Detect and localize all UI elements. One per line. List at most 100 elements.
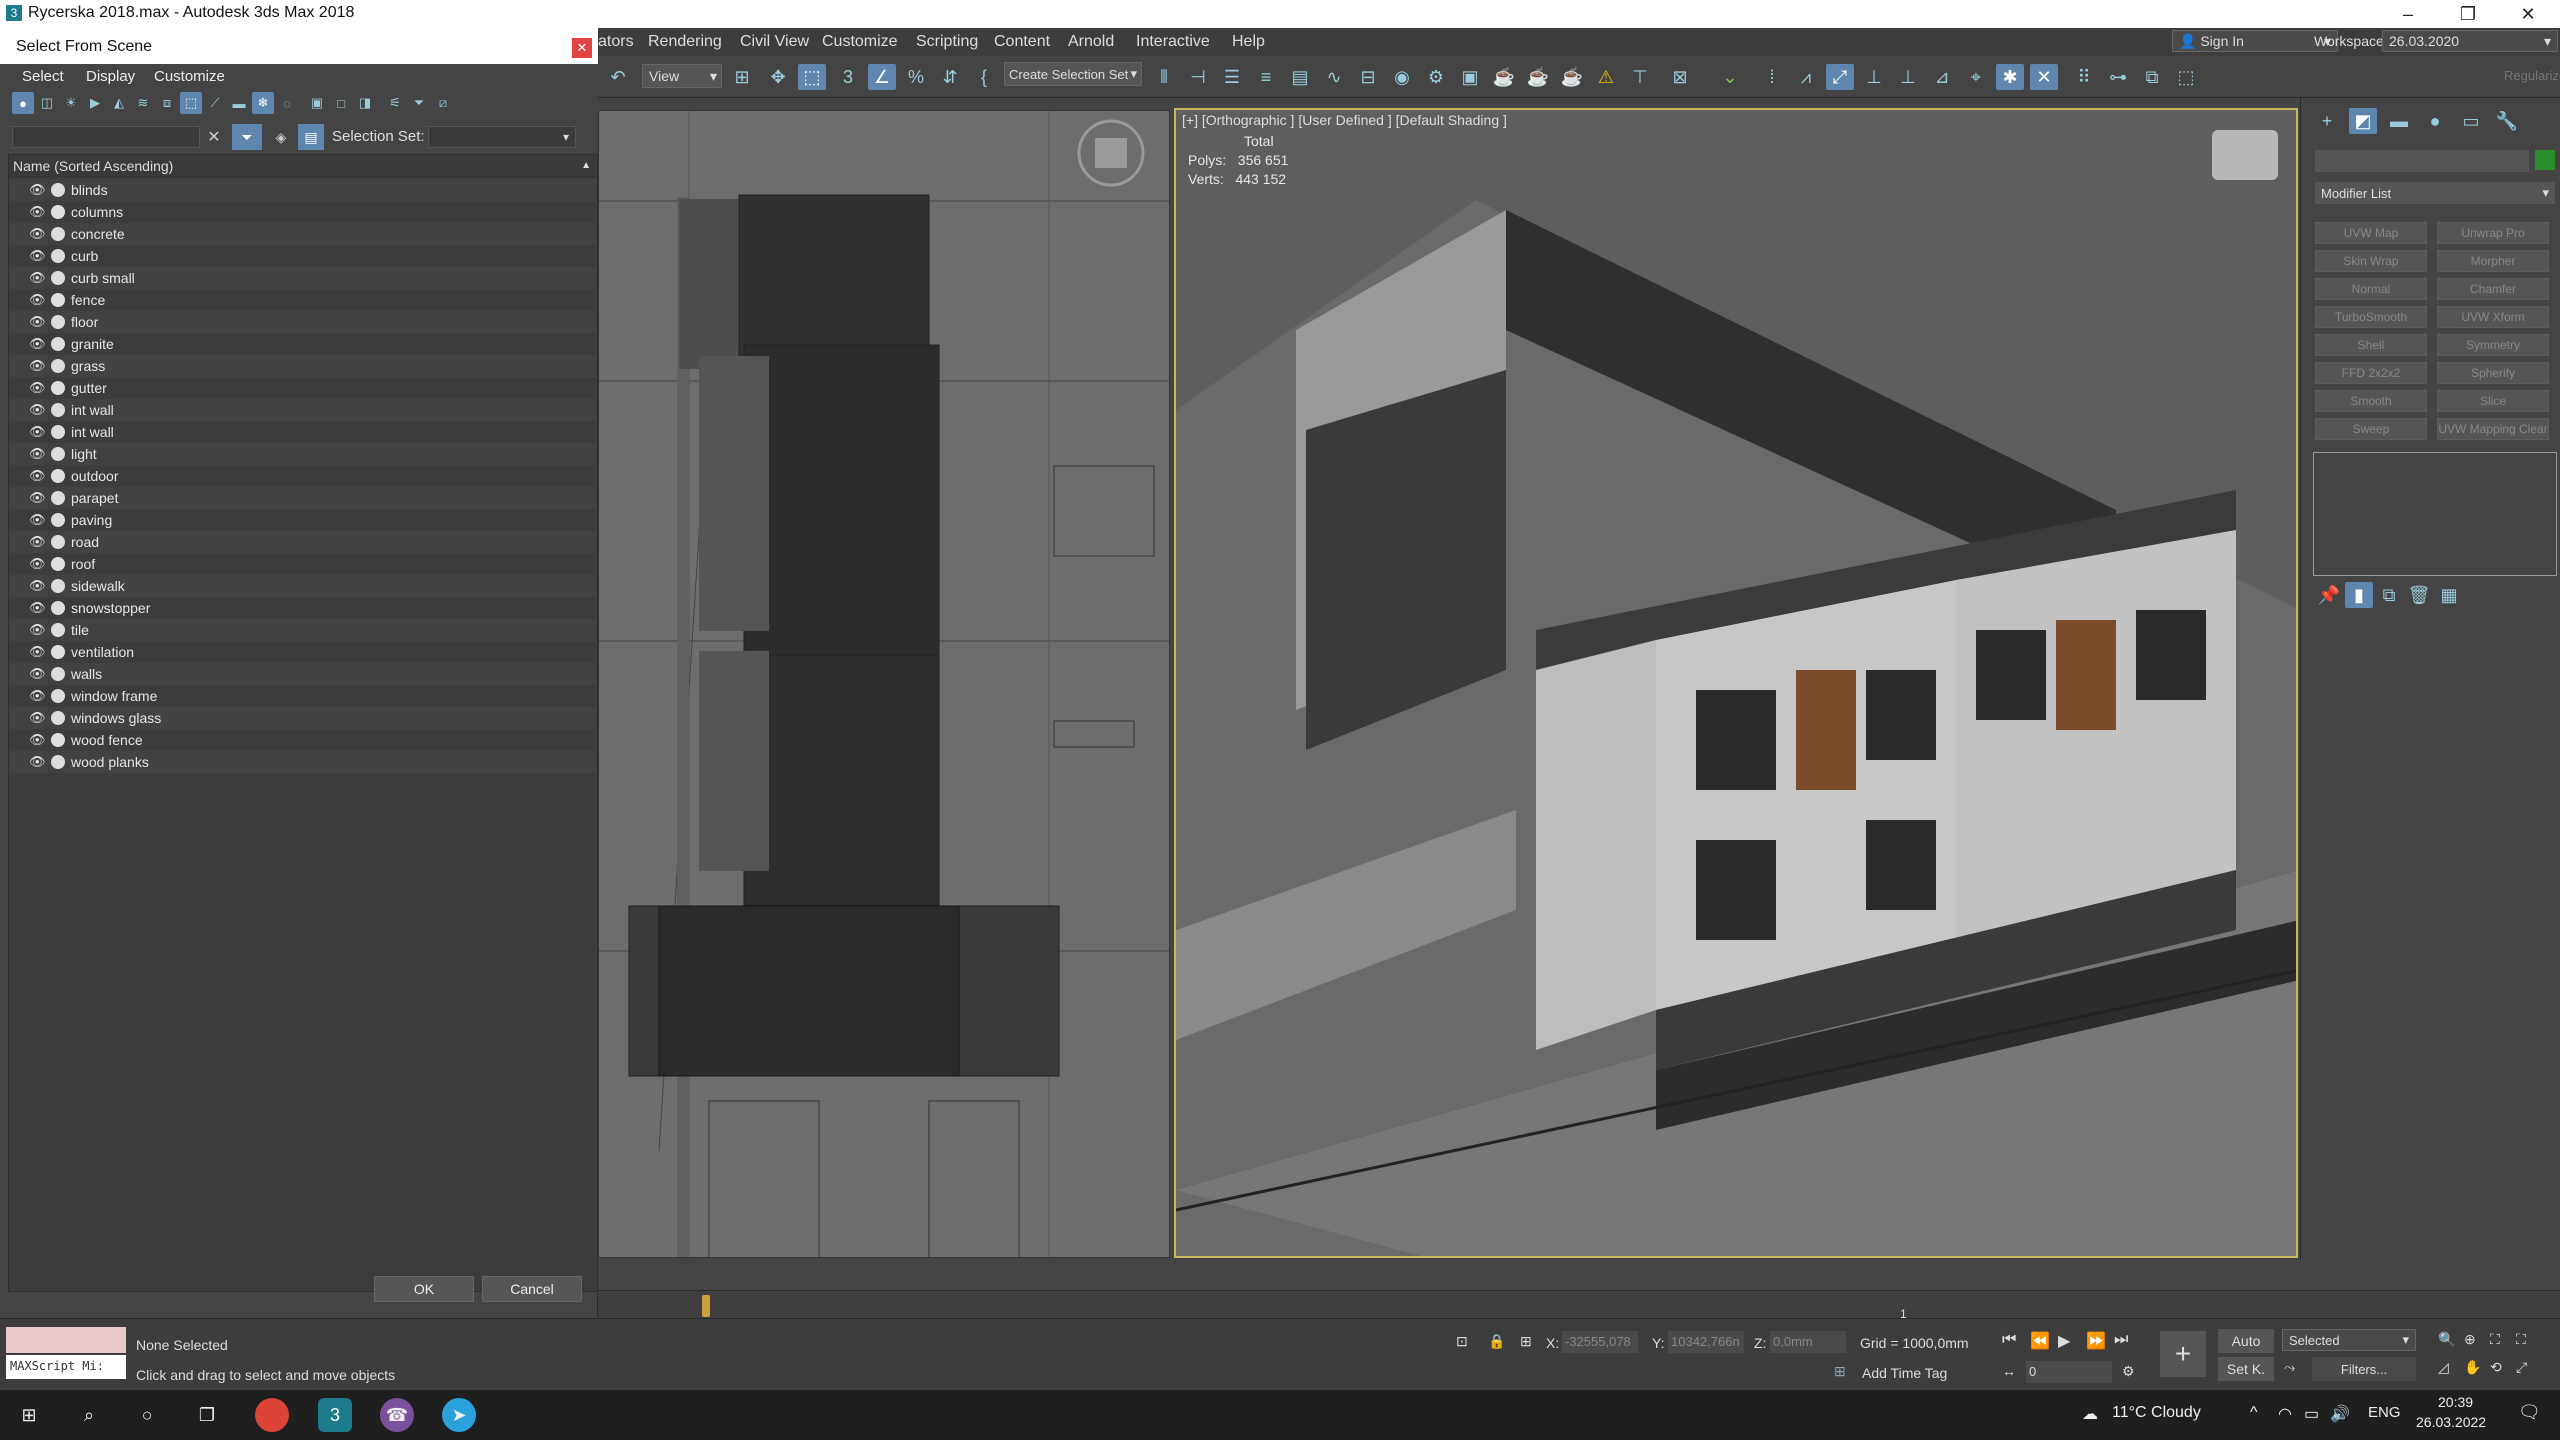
freeze-toggle-icon[interactable] — [51, 733, 65, 747]
pivot-icon[interactable]: ⊞ — [728, 64, 756, 90]
dialog-close-icon[interactable]: ✕ — [572, 38, 592, 58]
menu-customize[interactable]: Customize — [822, 33, 898, 51]
modifier-button[interactable]: Chamfer — [2437, 278, 2549, 300]
top-viewport[interactable] — [598, 110, 1170, 1258]
modifier-button[interactable]: Morpher — [2437, 250, 2549, 272]
viber-icon[interactable]: ☎ — [380, 1398, 414, 1432]
search-icon[interactable]: ⌕ — [72, 1398, 106, 1432]
align-icon[interactable]: ⊣ — [1184, 64, 1212, 90]
visibility-eye-icon[interactable]: 👁 — [29, 182, 46, 198]
display-lights-icon[interactable]: ☀ — [60, 92, 82, 114]
zoom-extents-all-icon[interactable]: ⛶ — [2516, 1331, 2526, 1348]
clock-date[interactable]: 26.03.2022 — [2416, 1414, 2486, 1430]
set-key-plus-icon[interactable]: + — [2160, 1331, 2206, 1377]
sort-icon[interactable]: ▤ — [298, 124, 324, 150]
freeze-toggle-icon[interactable] — [51, 513, 65, 527]
modifier-button[interactable]: Slice — [2437, 390, 2549, 412]
show-end-result-icon[interactable]: ▮ — [2345, 582, 2373, 608]
scene-explorer-icon[interactable]: ☰ — [1218, 64, 1246, 90]
field-of-view-icon[interactable]: ◿ — [2438, 1359, 2449, 1376]
tray-chevron-icon[interactable]: ^ — [2250, 1404, 2258, 1422]
next-frame-icon[interactable]: ⏩ — [2086, 1331, 2106, 1351]
visibility-eye-icon[interactable]: 👁 — [29, 468, 46, 484]
key-filter-dropdown[interactable]: Selected ▾ — [2282, 1329, 2416, 1351]
freeze-toggle-icon[interactable] — [51, 535, 65, 549]
modifier-list-dropdown[interactable]: Modifier List ▾ — [2315, 182, 2555, 204]
hierarchy-tab-icon[interactable]: ▬ — [2385, 108, 2413, 134]
modifier-button[interactable]: UVW Mapping Clear — [2437, 418, 2549, 440]
select-object-icon[interactable]: ⬚ — [798, 64, 826, 90]
y-coord-field[interactable]: 10342,766n — [1668, 1331, 1744, 1353]
viewport-label[interactable]: [+] [Orthographic ] [User Defined ] [Def… — [1182, 112, 1507, 128]
maximize-icon[interactable]: ❐ — [2440, 0, 2496, 28]
time-slider[interactable]: 1 — [598, 1290, 2560, 1321]
create-tab-icon[interactable]: + — [2313, 108, 2341, 134]
visibility-eye-icon[interactable]: 👁 — [29, 336, 46, 352]
modifier-button[interactable]: UVW Xform — [2437, 306, 2549, 328]
orthographic-viewport[interactable]: [+] [Orthographic ] [User Defined ] [Def… — [1174, 108, 2298, 1258]
menu-interactive[interactable]: Interactive — [1136, 33, 1210, 51]
freeze-toggle-icon[interactable] — [51, 249, 65, 263]
list-item[interactable]: 👁 int wall — [9, 399, 597, 421]
visibility-eye-icon[interactable]: 👁 — [29, 578, 46, 594]
windows-start-icon[interactable]: ⊞ — [12, 1398, 46, 1432]
list-column-header[interactable]: Name (Sorted Ascending) ▲ — [9, 155, 597, 177]
3dsmax-taskbar-icon[interactable]: 3 — [318, 1398, 352, 1432]
freeze-toggle-icon[interactable] — [51, 755, 65, 769]
layer-explorer-icon[interactable]: ≡ — [1252, 64, 1280, 90]
freeze-toggle-icon[interactable] — [51, 425, 65, 439]
menu-rendering[interactable]: Rendering — [648, 33, 722, 51]
ok-button[interactable]: OK — [374, 1276, 474, 1302]
visibility-eye-icon[interactable]: 👁 — [29, 622, 46, 638]
list-item[interactable]: 👁 columns — [9, 201, 597, 223]
render-setup-icon[interactable]: ⚙ — [1422, 64, 1450, 90]
list-item[interactable]: 👁 grass — [9, 355, 597, 377]
freeze-toggle-icon[interactable] — [51, 447, 65, 461]
modifier-button[interactable]: Sweep — [2315, 418, 2427, 440]
list-item[interactable]: 👁 sidewalk — [9, 575, 597, 597]
filter-funnel-icon[interactable]: ⏷ — [232, 124, 262, 150]
rendered-frame-icon[interactable]: ▣ — [1456, 64, 1484, 90]
visibility-eye-icon[interactable]: 👁 — [29, 424, 46, 440]
remove-modifier-icon[interactable]: 🗑 — [2405, 582, 2433, 608]
visibility-eye-icon[interactable]: 👁 — [29, 314, 46, 330]
visibility-eye-icon[interactable]: 👁 — [29, 534, 46, 550]
pivot-snap-icon[interactable]: ⊥ — [1860, 64, 1888, 90]
freeze-toggle-icon[interactable] — [51, 689, 65, 703]
display-xrefs-icon[interactable]: ⬚ — [180, 92, 202, 114]
list-item[interactable]: 👁 snowstopper — [9, 597, 597, 619]
visibility-eye-icon[interactable]: 👁 — [29, 556, 46, 572]
freeze-toggle-icon[interactable] — [51, 403, 65, 417]
visibility-eye-icon[interactable]: 👁 — [29, 688, 46, 704]
list-item[interactable]: 👁 paving — [9, 509, 597, 531]
create-selection-set-dropdown[interactable]: Create Selection Set ▾ — [1004, 62, 1142, 86]
axis-constraint-icon[interactable]: ✕ — [2030, 64, 2058, 90]
menu-item[interactable]: ators — [598, 33, 634, 51]
undo-icon[interactable]: ↶ — [604, 64, 632, 90]
menu-content[interactable]: Content — [994, 33, 1050, 51]
maximize-viewport-icon[interactable]: ⤢ — [2516, 1359, 2527, 1376]
list-item[interactable]: 👁 wood planks — [9, 751, 597, 773]
z-coord-field[interactable]: 0,0mm — [1770, 1331, 1846, 1353]
list-item[interactable]: 👁 floor — [9, 311, 597, 333]
configure-modifier-sets-icon[interactable]: ▦ — [2435, 582, 2463, 608]
modifier-button[interactable]: Smooth — [2315, 390, 2427, 412]
list-item[interactable]: 👁 int wall — [9, 421, 597, 443]
select-none-icon[interactable]: □ — [330, 92, 352, 114]
edit-named-selection-icon[interactable]: { — [970, 64, 998, 90]
telegram-icon[interactable]: ➤ — [442, 1398, 476, 1432]
x-coord-field[interactable]: -32555,078 — [1562, 1331, 1638, 1353]
maxscript-listener[interactable] — [6, 1327, 126, 1353]
modifier-button[interactable]: Symmetry — [2437, 334, 2549, 356]
modifier-button[interactable]: Normal — [2315, 278, 2427, 300]
display-groups-icon[interactable]: ⧈ — [156, 92, 178, 114]
time-config-icon[interactable]: ⚙ — [2122, 1363, 2135, 1380]
edge-snap-icon[interactable]: ⊥ — [1894, 64, 1922, 90]
visibility-eye-icon[interactable]: 👁 — [29, 666, 46, 682]
expand-icon[interactable]: ⌄ — [1716, 64, 1744, 90]
list-item[interactable]: 👁 curb small — [9, 267, 597, 289]
freeze-toggle-icon[interactable] — [51, 381, 65, 395]
visibility-eye-icon[interactable]: 👁 — [29, 732, 46, 748]
display-hidden-icon[interactable]: ◌ — [276, 92, 298, 114]
task-view-icon[interactable]: ❐ — [190, 1398, 224, 1432]
